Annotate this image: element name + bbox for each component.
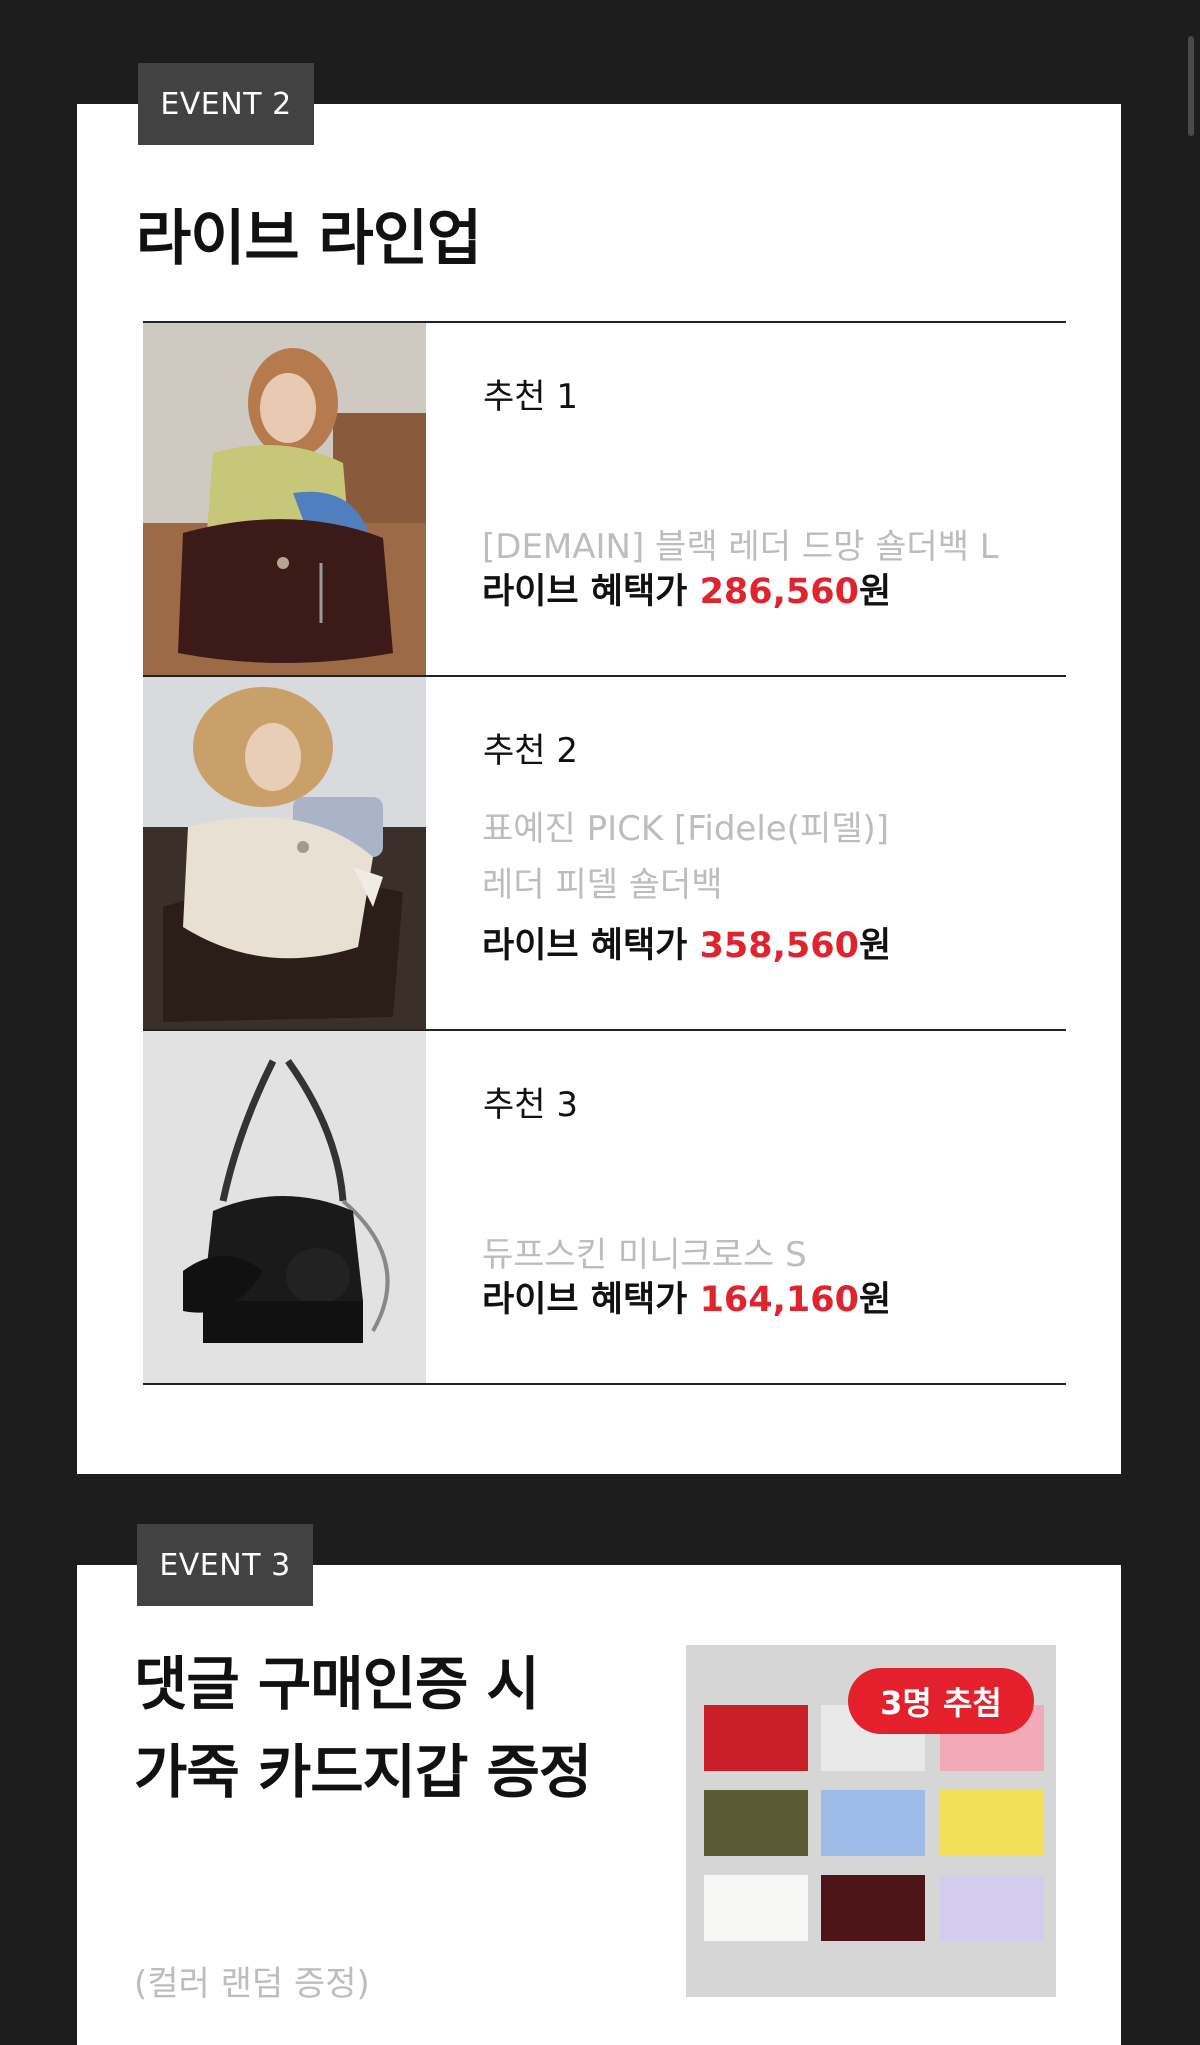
recommend-label: 추천 1 bbox=[483, 377, 578, 417]
product-name-line2[interactable]: 레더 피델 숄더백 bbox=[482, 857, 723, 913]
product-price: 라이브 혜택가 286,560원 bbox=[482, 563, 891, 614]
price-currency: 원 bbox=[859, 926, 892, 966]
list-item[interactable]: 추천 3 듀프스킨 미니크로스 S 라이브 혜택가 164,160원 bbox=[143, 1029, 1066, 1385]
event3-title-line2: 가죽 카드지갑 증정 bbox=[134, 1738, 592, 1806]
event3-tag: EVENT 3 bbox=[137, 1524, 313, 1606]
product-price: 라이브 혜택가 164,160원 bbox=[482, 1271, 891, 1322]
price-label: 라이브 혜택가 bbox=[482, 1280, 700, 1320]
price-currency: 원 bbox=[859, 1280, 892, 1320]
list-item[interactable]: 추천 1 [DEMAIN] 블랙 레더 드망 숄더백 L 라이브 혜택가 286… bbox=[143, 321, 1066, 675]
price-value: 286,560 bbox=[699, 572, 859, 612]
price-value: 358,560 bbox=[699, 926, 859, 966]
live-lineup-list: 추천 1 [DEMAIN] 블랙 레더 드망 숄더백 L 라이브 혜택가 286… bbox=[143, 321, 1066, 1385]
scrollbar[interactable] bbox=[1188, 36, 1194, 136]
recommend-label: 추천 3 bbox=[483, 1085, 578, 1125]
event2-title: 라이브 라인업 bbox=[136, 204, 482, 274]
product-image-fidele-bag[interactable] bbox=[143, 677, 426, 1029]
product-image-dupeskin-bag[interactable] bbox=[143, 1031, 426, 1383]
event3-note: (컬러 랜덤 증정) bbox=[134, 1964, 370, 2004]
product-price: 라이브 혜택가 358,560원 bbox=[482, 917, 891, 968]
event3-title: 댓글 구매인증 시 가죽 카드지갑 증정 bbox=[134, 1640, 592, 1816]
price-label: 라이브 혜택가 bbox=[482, 926, 700, 966]
winners-badge: 3명 추첨 bbox=[848, 1668, 1034, 1734]
product-name[interactable]: 표예진 PICK [Fidele(피델)] bbox=[482, 801, 889, 857]
recommend-label: 추천 2 bbox=[483, 731, 578, 771]
price-currency: 원 bbox=[859, 572, 892, 612]
event3-title-line1: 댓글 구매인증 시 bbox=[134, 1650, 540, 1718]
list-item[interactable]: 추천 2 표예진 PICK [Fidele(피델)] 레더 피델 숄더백 라이브… bbox=[143, 675, 1066, 1029]
price-label: 라이브 혜택가 bbox=[482, 572, 700, 612]
product-image-demain-bag[interactable] bbox=[143, 323, 426, 675]
event2-tag: EVENT 2 bbox=[138, 63, 314, 145]
price-value: 164,160 bbox=[699, 1280, 859, 1320]
